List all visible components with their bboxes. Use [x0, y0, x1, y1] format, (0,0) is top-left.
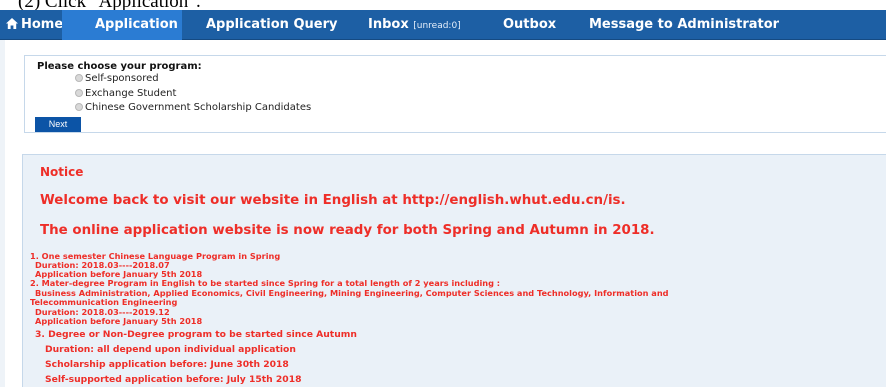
inbox-unread-count: [unread:0] [413, 21, 461, 31]
notice-heading: Notice [40, 165, 84, 179]
notice-line: Self-supported application before: July … [45, 374, 302, 385]
notice-panel: Notice Welcome back to visit our website… [22, 154, 886, 387]
program-option-self-sponsored[interactable]: Self-sponsored [75, 73, 159, 84]
program-option-government-scholarship[interactable]: Chinese Government Scholarship Candidate… [75, 102, 311, 113]
option-label: Chinese Government Scholarship Candidate… [85, 102, 312, 113]
nav-inbox[interactable]: Inbox [unread:0] [362, 10, 467, 40]
notice-line: 2. Mater-degree Program in English to be… [30, 278, 501, 288]
top-navigation-bar: Home Application Application Query Inbox… [0, 10, 886, 40]
notice-welcome-text: Welcome back to visit our website in Eng… [40, 193, 626, 208]
program-prompt: Please choose your program: [37, 61, 202, 72]
notice-ready-text: The online application website is now re… [40, 223, 655, 238]
program-selection-panel: Please choose your program: Self-sponsor… [24, 55, 886, 133]
notice-line: 3. Degree or Non-Degree program to be st… [35, 329, 357, 340]
home-icon [6, 18, 18, 29]
program-option-exchange-student[interactable]: Exchange Student [75, 88, 176, 99]
notice-line: Application before January 5th 2018 [35, 316, 203, 326]
radio-icon[interactable] [75, 89, 83, 97]
nav-message-admin[interactable]: Message to Administrator [583, 10, 785, 40]
option-label: Self-sponsored [85, 73, 159, 84]
nav-application[interactable]: Application [62, 10, 182, 40]
radio-icon[interactable] [75, 74, 83, 82]
notice-line: Duration: all depend upon individual app… [45, 344, 296, 355]
left-margin-strip [0, 40, 5, 387]
instruction-caption: (2) Click "Application". [18, 0, 201, 12]
nav-home[interactable]: Home [0, 10, 69, 40]
notice-line: Scholarship application before: June 30t… [45, 359, 289, 370]
nav-application-query[interactable]: Application Query [200, 10, 343, 40]
nav-outbox[interactable]: Outbox [497, 10, 562, 40]
option-label: Exchange Student [85, 88, 177, 99]
notice-line: Telecommunication Engineering [30, 297, 178, 307]
radio-icon[interactable] [75, 103, 83, 111]
nav-home-label: Home [21, 17, 64, 32]
next-button[interactable]: Next [35, 117, 81, 132]
nav-inbox-label: Inbox [368, 17, 409, 32]
